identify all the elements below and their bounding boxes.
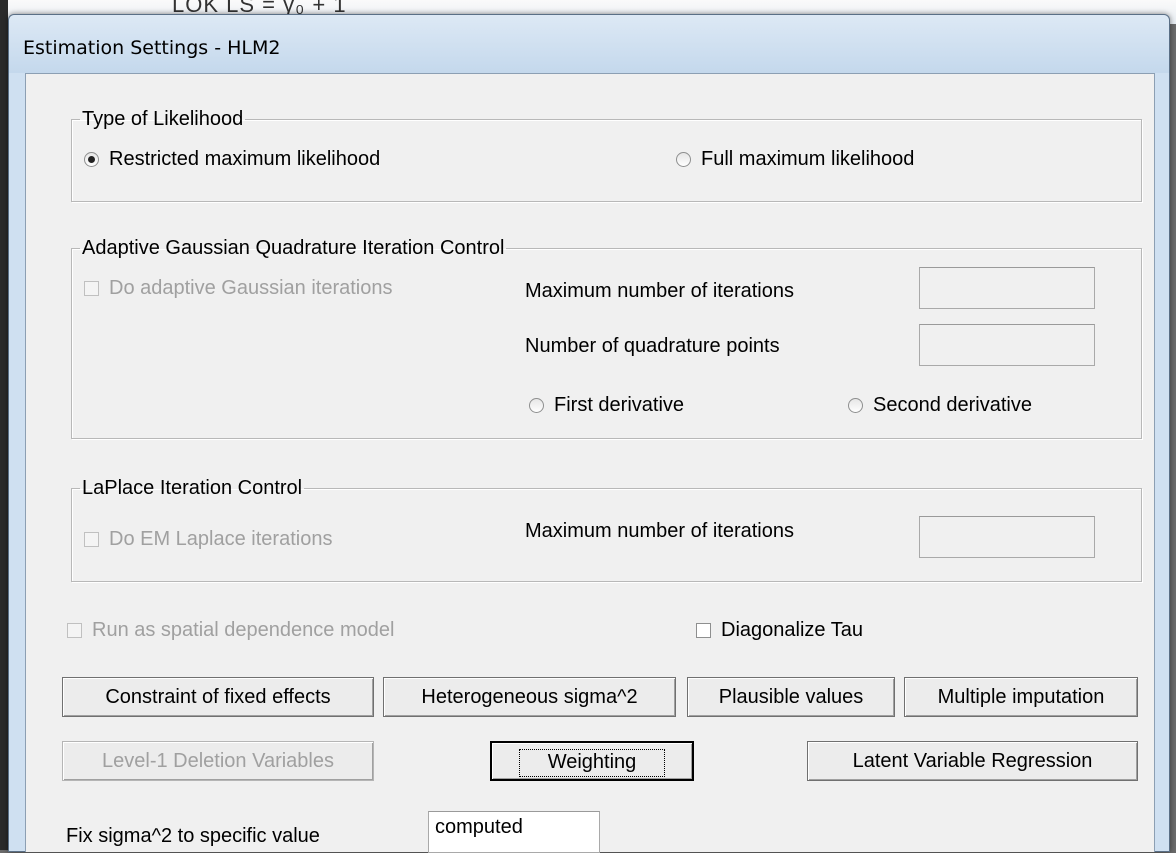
latent-variable-regression-button[interactable]: Latent Variable Regression: [807, 741, 1138, 781]
weighting-button-label: Weighting: [518, 749, 666, 777]
checkbox-icon: [84, 532, 99, 548]
agq-max-iterations-input[interactable]: [919, 267, 1095, 309]
quadrature-points-input[interactable]: [919, 324, 1095, 366]
heterogeneous-sigma-button[interactable]: Heterogeneous sigma^2: [383, 677, 676, 717]
title-bar[interactable]: Estimation Settings - HLM2: [9, 15, 1169, 73]
diagonalize-tau-checkbox[interactable]: Diagonalize Tau: [696, 619, 863, 642]
radio-selected-icon: [84, 152, 99, 168]
first-derivative-label: First derivative: [554, 394, 685, 416]
background-left-edge: [0, 0, 8, 850]
do-em-laplace-checkbox[interactable]: Do EM Laplace iterations: [84, 528, 332, 551]
radio-unselected-icon: [529, 398, 544, 414]
laplace-max-iterations-label: Maximum number of iterations: [525, 520, 794, 542]
estimation-settings-window: Estimation Settings - HLM2 Type of Likel…: [8, 14, 1170, 853]
restricted-ml-radio[interactable]: Restricted maximum likelihood: [84, 148, 380, 171]
weighting-button[interactable]: Weighting: [490, 741, 694, 781]
do-em-laplace-label: Do EM Laplace iterations: [109, 528, 333, 550]
fix-sigma-label: Fix sigma^2 to specific value: [66, 825, 320, 847]
likelihood-legend: Type of Likelihood: [82, 108, 244, 130]
fix-sigma-input[interactable]: computed: [428, 811, 600, 853]
full-ml-radio[interactable]: Full maximum likelihood: [676, 148, 914, 171]
constraint-fixed-effects-button[interactable]: Constraint of fixed effects: [62, 677, 374, 717]
radio-unselected-icon: [848, 398, 863, 414]
window-title: Estimation Settings - HLM2: [23, 37, 281, 59]
dialog-client-area: Type of Likelihood Restricted maximum li…: [25, 73, 1155, 853]
multiple-imputation-button[interactable]: Multiple imputation: [904, 677, 1138, 717]
quadrature-points-label: Number of quadrature points: [525, 335, 780, 357]
fix-sigma-value: computed: [435, 816, 523, 838]
laplace-max-iterations-input[interactable]: [919, 516, 1095, 558]
first-derivative-radio[interactable]: First derivative: [529, 394, 684, 417]
level1-deletion-variables-button[interactable]: Level-1 Deletion Variables: [62, 741, 374, 781]
full-ml-label: Full maximum likelihood: [701, 148, 915, 170]
restricted-ml-label: Restricted maximum likelihood: [109, 148, 381, 170]
plausible-values-button[interactable]: Plausible values: [687, 677, 895, 717]
agq-max-iterations-label: Maximum number of iterations: [525, 280, 794, 302]
spatial-dependence-checkbox[interactable]: Run as spatial dependence model: [67, 619, 394, 642]
second-derivative-radio[interactable]: Second derivative: [848, 394, 1032, 417]
checkbox-icon: [67, 623, 82, 639]
radio-unselected-icon: [676, 152, 691, 168]
agq-legend: Adaptive Gaussian Quadrature Iteration C…: [82, 237, 505, 259]
checkbox-icon: [696, 623, 711, 639]
laplace-legend: LaPlace Iteration Control: [82, 477, 303, 499]
second-derivative-label: Second derivative: [873, 394, 1032, 416]
diagonalize-tau-label: Diagonalize Tau: [721, 619, 863, 641]
do-agq-checkbox[interactable]: Do adaptive Gaussian iterations: [84, 277, 393, 300]
spatial-dependence-label: Run as spatial dependence model: [92, 619, 395, 641]
do-agq-label: Do adaptive Gaussian iterations: [109, 277, 393, 299]
checkbox-icon: [84, 281, 99, 297]
